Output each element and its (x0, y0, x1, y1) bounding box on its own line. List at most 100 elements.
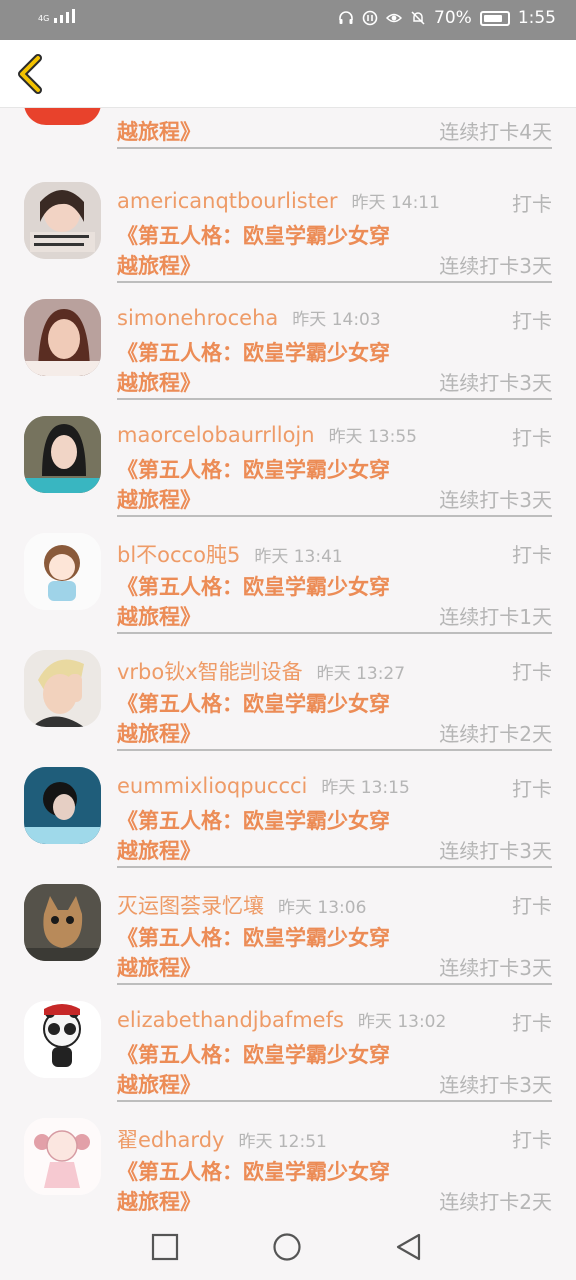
list-item[interactable]: vrbo钬x智能剀设备 昨天 13:27 打卡 《第五人格：欧皇学霸少女穿 越旅程… (0, 650, 576, 767)
checkin-label: 打卡 (512, 777, 552, 801)
streak-label: 连续打卡1天 (439, 605, 552, 629)
username[interactable]: bl不occo肫5 (117, 543, 240, 567)
headphones-icon (339, 11, 353, 24)
book-title-line2[interactable]: 越旅程》 (117, 835, 201, 865)
book-title-line2[interactable]: 越旅程》 (117, 484, 201, 514)
book-title-line2[interactable]: 越旅程》 (117, 1186, 201, 1212)
timestamp: 昨天 13:27 (316, 664, 406, 684)
list-item[interactable]: americanqtbourlister 昨天 14:11 打卡 《第五人格：欧皇… (0, 182, 576, 299)
avatar[interactable] (24, 884, 101, 961)
avatar[interactable] (24, 299, 101, 376)
list-item[interactable]: maorcelobaurrllojn 昨天 13:55 打卡 《第五人格：欧皇学霸… (0, 416, 576, 533)
list-item[interactable]: simonehroceha 昨天 14:03 打卡 《第五人格：欧皇学霸少女穿 越… (0, 299, 576, 416)
streak-label: 连续打卡3天 (439, 839, 552, 863)
divider (117, 749, 552, 751)
avatar[interactable] (24, 533, 101, 610)
network-type: 4G (38, 14, 50, 23)
checkin-label: 打卡 (512, 660, 552, 684)
list-item[interactable]: bl不occo肫5 昨天 13:41 打卡 《第五人格：欧皇学霸少女穿 越旅程》 … (0, 533, 576, 650)
list-item[interactable]: 翟edhardy 昨天 12:51 打卡 《第五人格：欧皇学霸少女穿 越旅程》 连… (0, 1118, 576, 1212)
book-title-line1[interactable]: 《第五人格：欧皇学霸少女穿 (117, 922, 390, 952)
timestamp: 昨天 13:02 (357, 1012, 447, 1032)
divider (117, 1100, 552, 1102)
book-title-line2[interactable]: 越旅程》 (117, 1069, 201, 1099)
checkin-label: 打卡 (512, 894, 552, 918)
clock: 1:55 (517, 8, 556, 28)
username[interactable]: americanqtbourlister (117, 189, 338, 213)
streak-label: 连续打卡3天 (439, 371, 552, 395)
divider (117, 147, 552, 149)
item-header: simonehroceha 昨天 14:03 打卡 (117, 305, 552, 335)
list-item[interactable]: 灭运图荟录忆壤 昨天 13:06 打卡 《第五人格：欧皇学霸少女穿 越旅程》 连续… (0, 884, 576, 1001)
signal-indicator: 4G (38, 9, 76, 23)
book-title-line1[interactable]: 《第五人格：欧皇学霸少女穿 (117, 337, 390, 367)
checkin-label: 打卡 (512, 1011, 552, 1035)
username[interactable]: 翟edhardy (117, 1128, 224, 1152)
book-title-line2[interactable]: 越旅程》 (117, 601, 201, 631)
checkin-list[interactable]: 越旅程》 连续打卡4天 americanqtbourlister 昨天 14:11… (0, 108, 576, 1212)
timestamp: 昨天 14:03 (292, 310, 381, 330)
book-title-line2[interactable]: 越旅程》 (117, 250, 201, 280)
book-title-line1[interactable]: 《第五人格：欧皇学霸少女穿 (117, 688, 390, 718)
avatar[interactable] (24, 650, 101, 727)
back-triangle-icon[interactable] (394, 1232, 424, 1262)
eye-icon (386, 13, 403, 23)
streak-label: 连续打卡3天 (439, 254, 552, 278)
username[interactable]: maorcelobaurrllojn (117, 423, 315, 447)
avatar[interactable] (24, 1118, 101, 1195)
username[interactable]: simonehroceha (117, 306, 278, 330)
checkin-label: 打卡 (512, 1128, 552, 1152)
book-title-line2[interactable]: 越旅程》 (117, 718, 201, 748)
item-header: elizabethandjbafmefs 昨天 13:02 打卡 (117, 1007, 552, 1037)
timestamp: 昨天 13:41 (254, 547, 343, 567)
avatar[interactable] (24, 182, 101, 259)
list-item[interactable]: 越旅程》 连续打卡4天 (0, 108, 576, 165)
book-title-line1[interactable]: 《第五人格：欧皇学霸少女穿 (117, 1039, 390, 1069)
back-button[interactable] (12, 52, 52, 96)
item-header: 翟edhardy 昨天 12:51 打卡 (117, 1124, 552, 1154)
mute-bell-icon (411, 11, 425, 25)
username[interactable]: vrbo钬x智能剀设备 (117, 660, 303, 684)
list-item[interactable]: eummixlioqpuccci 昨天 13:15 打卡 《第五人格：欧皇学霸少女… (0, 767, 576, 884)
timestamp: 昨天 14:11 (351, 193, 440, 213)
status-icons: 70% 1:55 (338, 8, 556, 28)
streak-label: 连续打卡2天 (439, 1190, 552, 1212)
book-title-line2[interactable]: 越旅程》 (117, 952, 201, 982)
username[interactable]: elizabethandjbafmefs (117, 1008, 344, 1032)
item-header: vrbo钬x智能剀设备 昨天 13:27 打卡 (117, 656, 552, 686)
item-header: eummixlioqpuccci 昨天 13:15 打卡 (117, 773, 552, 803)
avatar[interactable] (24, 416, 101, 493)
avatar[interactable] (24, 1001, 101, 1078)
battery-percent: 70% (434, 8, 472, 28)
signal-bar (60, 15, 64, 23)
streak-label: 连续打卡3天 (439, 956, 552, 980)
back-arrow-icon (18, 54, 42, 94)
checkin-label: 打卡 (512, 543, 552, 567)
book-title-line1[interactable]: 《第五人格：欧皇学霸少女穿 (117, 220, 390, 250)
recents-square-icon[interactable] (150, 1232, 180, 1262)
avatar[interactable] (24, 108, 101, 125)
timestamp: 昨天 12:51 (238, 1132, 327, 1152)
avatar[interactable] (24, 767, 101, 844)
book-title-line1[interactable]: 《第五人格：欧皇学霸少女穿 (117, 454, 390, 484)
checkin-label: 打卡 (512, 309, 552, 333)
signal-bar (54, 18, 58, 23)
book-title-line1[interactable]: 《第五人格：欧皇学霸少女穿 (117, 805, 390, 835)
data-saver-icon (362, 10, 378, 26)
book-title-line1[interactable]: 《第五人格：欧皇学霸少女穿 (117, 571, 390, 601)
signal-bar (72, 9, 76, 23)
divider (117, 398, 552, 400)
home-circle-icon[interactable] (272, 1232, 302, 1262)
checkin-label: 打卡 (512, 192, 552, 216)
book-title-line1[interactable]: 《第五人格：欧皇学霸少女穿 (117, 1156, 390, 1186)
book-title-line2: 越旅程》 (117, 120, 201, 144)
divider (117, 515, 552, 517)
list-item[interactable]: elizabethandjbafmefs 昨天 13:02 打卡 《第五人格：欧皇… (0, 1001, 576, 1118)
timestamp: 昨天 13:55 (328, 427, 417, 447)
timestamp: 昨天 13:06 (278, 898, 367, 918)
book-title-line2[interactable]: 越旅程》 (117, 367, 201, 397)
username[interactable]: 灭运图荟录忆壤 (117, 894, 264, 918)
divider (117, 281, 552, 283)
divider (117, 983, 552, 985)
username[interactable]: eummixlioqpuccci (117, 774, 307, 798)
